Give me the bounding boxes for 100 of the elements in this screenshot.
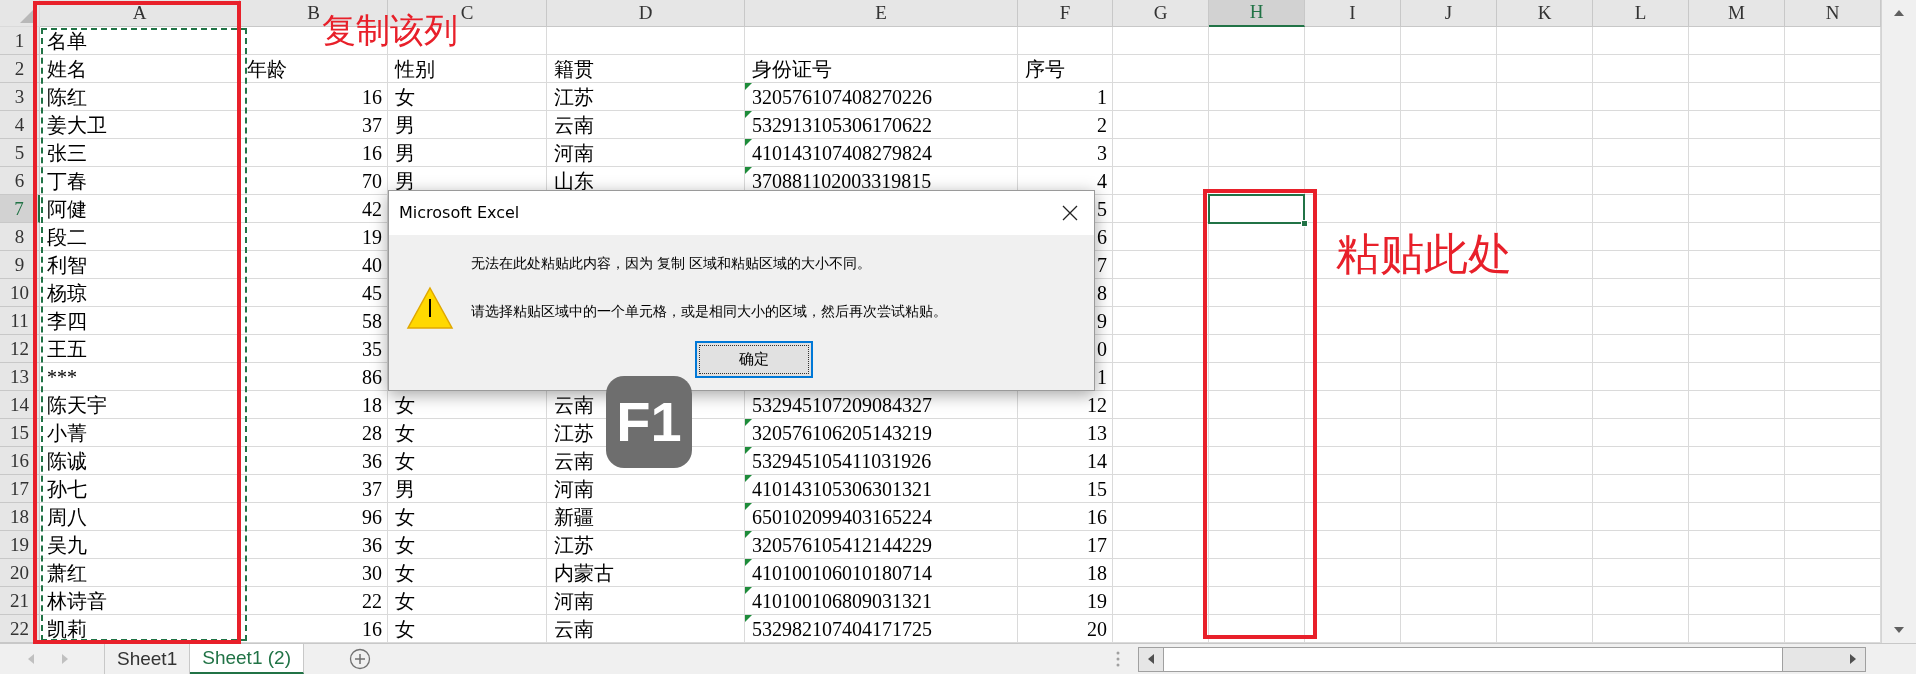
row-header[interactable]: 17 xyxy=(0,475,40,503)
column-header[interactable]: D xyxy=(547,0,745,27)
row-header[interactable]: 11 xyxy=(0,307,40,335)
table-cell: 18 xyxy=(362,395,382,415)
column-header[interactable]: E xyxy=(745,0,1018,27)
table-cell: 女 xyxy=(395,451,415,471)
table-cell: 男 xyxy=(395,479,415,499)
table-cell: 河南 xyxy=(554,143,594,163)
table-cell: 19 xyxy=(362,227,382,247)
table-cell: 萧红 xyxy=(47,563,87,583)
table-cell: 12 xyxy=(1087,395,1107,415)
fill-handle[interactable] xyxy=(1301,220,1308,227)
table-cell: 4 xyxy=(1097,171,1107,191)
row-header[interactable]: 9 xyxy=(0,251,40,279)
row-header[interactable]: 10 xyxy=(0,279,40,307)
split-handle-icon[interactable] xyxy=(1115,650,1120,668)
table-cell: 陈天宇 xyxy=(47,395,107,415)
error-flag-icon[interactable] xyxy=(745,447,752,454)
row-header[interactable]: 15 xyxy=(0,419,40,447)
table-cell: 男 xyxy=(395,115,415,135)
vertical-scrollbar[interactable] xyxy=(1881,0,1916,643)
sheet-tab[interactable]: Sheet1 (2) xyxy=(190,644,304,674)
column-header[interactable]: L xyxy=(1593,0,1689,27)
error-flag-icon[interactable] xyxy=(745,587,752,594)
table-cell: 40 xyxy=(362,255,382,275)
row-header[interactable]: 21 xyxy=(0,587,40,615)
row-header[interactable]: 3 xyxy=(0,83,40,111)
table-cell: 女 xyxy=(395,563,415,583)
column-header[interactable]: F xyxy=(1018,0,1113,27)
table-cell: 16 xyxy=(1087,507,1107,527)
table-cell: 320576105412144229 xyxy=(752,535,932,555)
table-cell: 女 xyxy=(395,87,415,107)
table-cell: 1 xyxy=(1097,367,1107,387)
dialog-message: 无法在此处粘贴此内容，因为 复制 区域和粘贴区域的大小不同。 xyxy=(471,254,872,273)
row-header[interactable]: 12 xyxy=(0,335,40,363)
ok-button[interactable]: 确定 xyxy=(694,341,813,378)
add-sheet-icon[interactable] xyxy=(348,648,371,670)
error-flag-icon[interactable] xyxy=(745,83,752,90)
table-cell: 籍贯 xyxy=(554,59,594,79)
row-header[interactable]: 14 xyxy=(0,391,40,419)
row-header[interactable]: 4 xyxy=(0,111,40,139)
table-cell: 370881102003319815 xyxy=(752,171,932,191)
row-header[interactable]: 2 xyxy=(0,55,40,83)
dialog-message: 请选择粘贴区域中的一个单元格，或是相同大小的区域，然后再次尝试粘贴。 xyxy=(471,302,947,321)
error-flag-icon[interactable] xyxy=(745,559,752,566)
table-cell: 410100106010180714 xyxy=(752,563,932,583)
error-flag-icon[interactable] xyxy=(745,503,752,510)
error-flag-icon[interactable] xyxy=(745,419,752,426)
row-header[interactable]: 1 xyxy=(0,27,40,55)
error-flag-icon[interactable] xyxy=(745,615,752,622)
table-cell: 532945105411031926 xyxy=(752,451,932,471)
error-flag-icon[interactable] xyxy=(745,111,752,118)
table-cell: 女 xyxy=(395,535,415,555)
table-cell: 36 xyxy=(362,451,382,471)
column-header[interactable]: M xyxy=(1689,0,1785,27)
row-header[interactable]: 18 xyxy=(0,503,40,531)
table-cell: 17 xyxy=(1087,535,1107,555)
table-cell: 周八 xyxy=(47,507,87,527)
scroll-right-icon[interactable] xyxy=(1847,652,1858,666)
row-header[interactable]: 5 xyxy=(0,139,40,167)
row-header[interactable]: 13 xyxy=(0,363,40,391)
column-header[interactable]: K xyxy=(1497,0,1593,27)
table-cell: 58 xyxy=(362,311,382,331)
error-flag-icon[interactable] xyxy=(745,475,752,482)
column-header[interactable]: J xyxy=(1401,0,1497,27)
table-cell: 36 xyxy=(362,535,382,555)
table-cell: 丁春 xyxy=(47,171,87,191)
table-cell: 2 xyxy=(1097,115,1107,135)
row-header[interactable]: 20 xyxy=(0,559,40,587)
row-header[interactable]: 6 xyxy=(0,167,40,195)
table-cell: 河南 xyxy=(554,479,594,499)
table-cell: 女 xyxy=(395,619,415,639)
table-cell: 410100106809031321 xyxy=(752,591,932,611)
table-cell: 云南 xyxy=(554,395,594,415)
column-header[interactable]: H xyxy=(1209,0,1305,27)
table-cell: 身份证号 xyxy=(752,59,832,79)
table-cell: 19 xyxy=(1087,591,1107,611)
row-header[interactable]: 22 xyxy=(0,615,40,643)
row-header[interactable]: 16 xyxy=(0,447,40,475)
column-header[interactable]: N xyxy=(1785,0,1881,27)
table-cell: 3 xyxy=(1097,143,1107,163)
table-cell: 云南 xyxy=(554,115,594,135)
table-cell: 410143105306301321 xyxy=(752,479,932,499)
column-header[interactable]: I xyxy=(1305,0,1401,27)
error-flag-icon[interactable] xyxy=(745,167,752,174)
table-cell: 86 xyxy=(362,367,382,387)
table-cell: 利智 xyxy=(47,255,87,275)
column-header[interactable]: G xyxy=(1113,0,1209,27)
row-header[interactable]: 19 xyxy=(0,531,40,559)
table-cell: 河南 xyxy=(554,591,594,611)
row-header[interactable]: 7 xyxy=(0,195,40,223)
scrollbar-thumb[interactable] xyxy=(1162,647,1783,671)
active-cell[interactable] xyxy=(1208,194,1305,224)
row-header[interactable]: 8 xyxy=(0,223,40,251)
error-flag-icon[interactable] xyxy=(745,139,752,146)
horizontal-scrollbar[interactable] xyxy=(1137,646,1866,672)
error-flag-icon[interactable] xyxy=(745,531,752,538)
table-cell: 内蒙古 xyxy=(554,563,614,583)
table-cell: 37 xyxy=(362,115,382,135)
table-cell: 云南 xyxy=(554,619,594,639)
